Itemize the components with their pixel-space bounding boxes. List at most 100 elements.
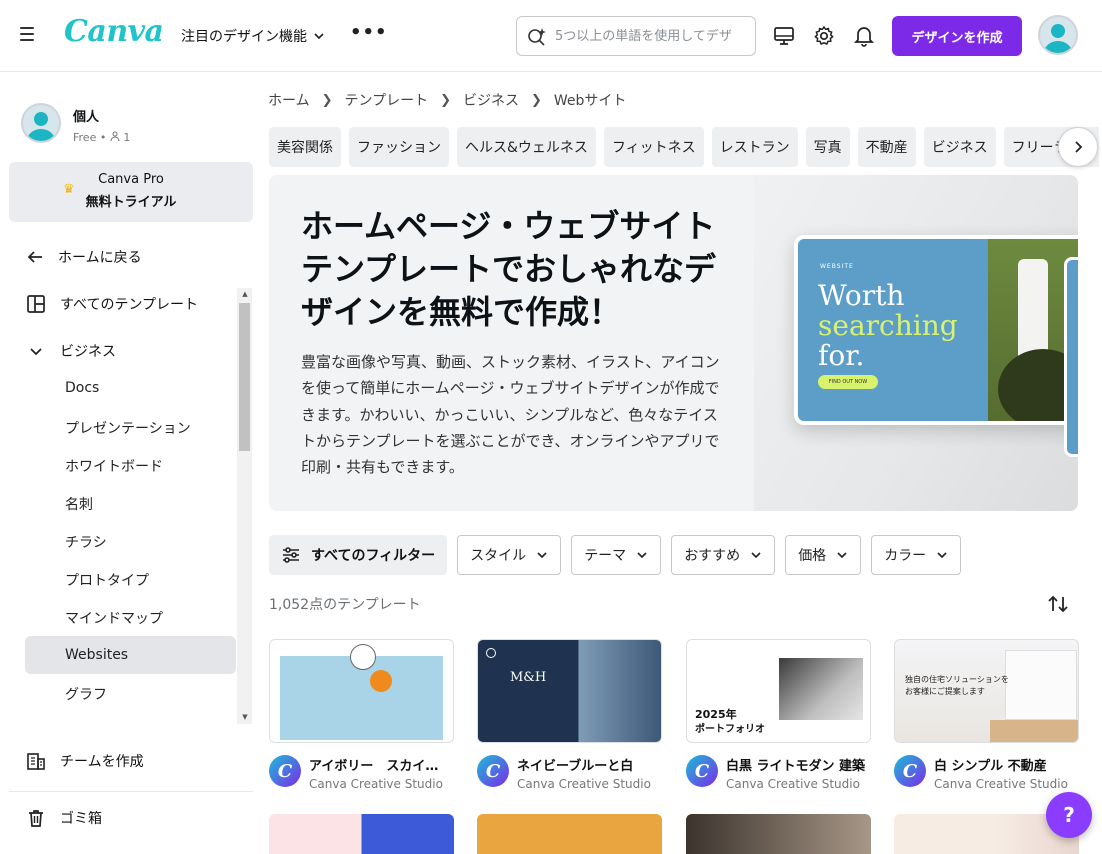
profile-avatar xyxy=(21,103,61,143)
featured-filter-dropdown[interactable]: おすすめ xyxy=(671,535,776,575)
desktop-app-icon[interactable] xyxy=(772,24,796,48)
template-title[interactable]: アイボリー スカイブルー xyxy=(309,755,449,774)
template-author[interactable]: Canva Creative Studio xyxy=(309,777,449,791)
sidebar-item-graph[interactable]: グラフ xyxy=(65,684,107,704)
settings-gear-icon[interactable] xyxy=(812,24,836,48)
sidebar-item-mindmap[interactable]: マインドマップ xyxy=(65,608,163,628)
thumb-caption: ポートフォリオ xyxy=(695,724,765,735)
template-meta: C 白黒 ライトモダン 建築 Canva Creative Studio xyxy=(686,755,871,791)
sort-icon[interactable] xyxy=(1046,592,1070,616)
breadcrumb-home[interactable]: ホーム xyxy=(268,90,310,110)
featured-design-menu[interactable]: 注目のデザイン機能 xyxy=(181,26,325,46)
profile-plan-line: Free • 1 xyxy=(73,131,130,144)
chip-fitness[interactable]: フィットネス xyxy=(603,127,704,167)
create-team-link[interactable]: チームを作成 xyxy=(26,751,144,771)
sidebar-item-websites[interactable]: Websites xyxy=(25,636,236,674)
business-label: ビジネス xyxy=(60,344,116,360)
hero-image: WEBSITE Worth searching for. FIND OUT NO… xyxy=(754,175,1078,511)
business-category-toggle[interactable]: ビジネス xyxy=(26,341,116,361)
chip-business[interactable]: ビジネス xyxy=(923,127,996,167)
template-card-partial[interactable] xyxy=(477,814,662,854)
create-design-button[interactable]: デザインを作成 xyxy=(892,16,1022,56)
canva-pro-trial-button[interactable]: ♛ Canva Pro 無料トライアル xyxy=(9,162,253,222)
breadcrumb-business[interactable]: ビジネス xyxy=(463,90,519,110)
profile-members: 1 xyxy=(123,131,131,144)
menu-icon[interactable] xyxy=(20,27,36,43)
website-mockup: WEBSITE Worth searching for. FIND OUT NO… xyxy=(794,235,1078,425)
theme-filter-label: テーマ xyxy=(584,548,627,564)
breadcrumb-templates[interactable]: テンプレート xyxy=(345,90,429,110)
trash-icon xyxy=(29,810,43,827)
template-card[interactable]: 独自の住宅ソリューションを お客様にご提案します C 白 シンプル 不動産 Ca… xyxy=(894,639,1079,791)
template-author[interactable]: Canva Creative Studio xyxy=(934,777,1074,791)
template-title[interactable]: 白 シンプル 不動産 xyxy=(934,755,1074,774)
chip-health-wellness[interactable]: ヘルス&ウェルネス xyxy=(457,127,596,167)
chip-beauty[interactable]: 美容関係 xyxy=(269,127,341,167)
chip-restaurant[interactable]: レストラン xyxy=(711,127,798,167)
template-title[interactable]: 白黒 ライトモダン 建築 xyxy=(726,755,866,774)
result-count: 1,052点のテンプレート xyxy=(269,597,421,613)
template-thumbnail[interactable]: 2025年 ポートフォリオ xyxy=(686,639,871,743)
thumb-badge-shape xyxy=(350,644,376,670)
all-filters-label: すべてのフィルター xyxy=(311,548,436,564)
sidebar-scroll-thumb[interactable] xyxy=(239,303,250,451)
back-home-link[interactable]: ホームに戻る xyxy=(26,247,142,267)
sidebar-item-docs[interactable]: Docs xyxy=(65,380,99,396)
sidebar-divider xyxy=(9,791,253,792)
price-filter-dropdown[interactable]: 価格 xyxy=(785,535,862,575)
mockup-line1: Worth xyxy=(818,279,905,312)
chevron-right-icon: ❯ xyxy=(440,92,451,108)
top-header: Canva 注目のデザイン機能 ••• デザインを作成 xyxy=(0,0,1102,72)
template-card-partial[interactable] xyxy=(686,814,871,854)
template-thumbnail[interactable]: M&H xyxy=(477,639,662,743)
sidebar-item-prototype[interactable]: プロトタイプ xyxy=(65,570,149,590)
theme-filter-dropdown[interactable]: テーマ xyxy=(571,535,662,575)
scroll-down-arrow-icon[interactable]: ▼ xyxy=(240,713,250,721)
template-thumbnail[interactable]: 独自の住宅ソリューションを お客様にご提案します xyxy=(894,639,1079,743)
notification-bell-icon[interactable] xyxy=(852,24,876,48)
template-author[interactable]: Canva Creative Studio xyxy=(726,777,866,791)
profile-section[interactable]: 個人 Free • 1 xyxy=(21,103,130,144)
template-card[interactable]: C アイボリー スカイブルー Canva Creative Studio xyxy=(269,639,454,791)
chip-photo[interactable]: 写真 xyxy=(805,127,850,167)
chevron-down-icon xyxy=(937,552,947,559)
trash-link[interactable]: ゴミ箱 xyxy=(26,808,102,828)
arrow-left-icon xyxy=(27,251,42,263)
chip-real-estate[interactable]: 不動産 xyxy=(857,127,916,167)
sidebar-item-flyer[interactable]: チラシ xyxy=(65,532,107,552)
creator-logo-icon: C xyxy=(686,755,718,787)
thumb-orange-shape xyxy=(370,670,392,692)
template-meta: C 白 シンプル 不動産 Canva Creative Studio xyxy=(894,755,1079,791)
thumb-logo-circle xyxy=(486,648,496,658)
chip-fashion[interactable]: ファッション xyxy=(349,127,449,167)
all-templates-link[interactable]: すべてのテンプレート xyxy=(26,294,198,314)
color-filter-dropdown[interactable]: カラー xyxy=(871,535,962,575)
help-button[interactable]: ? xyxy=(1046,792,1092,838)
template-thumbnail[interactable] xyxy=(269,639,454,743)
style-filter-dropdown[interactable]: スタイル xyxy=(457,535,562,575)
canva-logo[interactable]: Canva xyxy=(64,14,164,49)
chips-next-button[interactable] xyxy=(1058,127,1098,167)
filter-row: すべてのフィルター スタイル テーマ おすすめ 価格 カラー xyxy=(269,535,962,575)
price-filter-label: 価格 xyxy=(798,548,827,564)
sidebar-item-whiteboard[interactable]: ホワイトボード xyxy=(65,456,163,476)
all-filters-button[interactable]: すべてのフィルター xyxy=(269,535,448,575)
search-input[interactable] xyxy=(555,28,745,44)
template-card[interactable]: 2025年 ポートフォリオ C 白黒 ライトモダン 建築 Canva Creat… xyxy=(686,639,871,791)
template-card-partial[interactable] xyxy=(269,814,454,854)
sidebar-item-business-card[interactable]: 名刺 xyxy=(65,494,93,514)
chevron-right-icon: ❯ xyxy=(321,92,333,108)
user-avatar[interactable] xyxy=(1038,15,1078,55)
template-card[interactable]: M&H C ネイビーブルーと白 Canva Creative Studio xyxy=(477,639,662,791)
sidebar: 個人 Free • 1 ♛ Canva Pro 無料トライアル ホームに戻る す… xyxy=(0,73,258,854)
sidebar-item-presentation[interactable]: プレゼンテーション xyxy=(65,418,191,438)
profile-name: 個人 xyxy=(73,110,100,125)
template-author[interactable]: Canva Creative Studio xyxy=(517,777,657,791)
creator-logo-icon: C xyxy=(894,755,926,787)
template-title[interactable]: ネイビーブルーと白 xyxy=(517,755,657,774)
chevron-down-icon xyxy=(837,552,847,559)
more-menu-icon[interactable]: ••• xyxy=(350,22,388,43)
search-box[interactable] xyxy=(516,16,756,56)
scroll-up-arrow-icon[interactable]: ▲ xyxy=(240,290,250,298)
category-chips: 美容関係 ファッション ヘルス&ウェルネス フィットネス レストラン 写真 不動… xyxy=(269,127,1099,167)
